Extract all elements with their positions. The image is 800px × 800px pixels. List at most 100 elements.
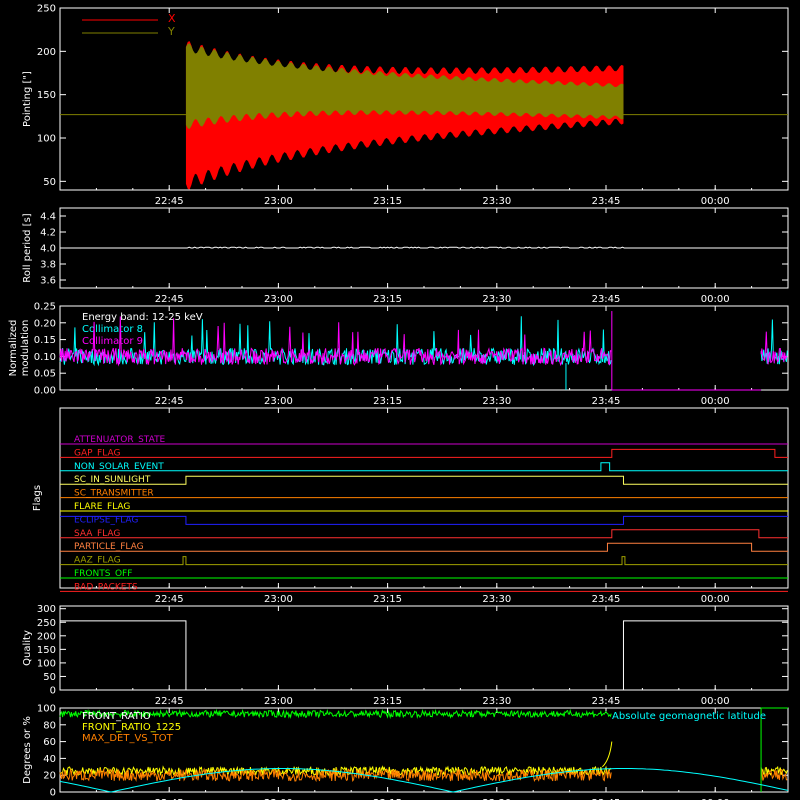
rhessi-quicklook-plot: Pointing ["] X Y 22:45 23:00 23:15 23:30 23:… xyxy=(8,4,789,800)
modulation-annotation: Energy band: 12-25 keV xyxy=(82,312,203,323)
pointing-xtick-label: 23:30 xyxy=(482,196,511,207)
quality-ytick-label: 50 xyxy=(43,672,56,683)
flag-line-saa-flag xyxy=(60,529,788,539)
quality-xtick-label: 00:00 xyxy=(701,696,730,707)
degrees-ylabel: Degrees or % xyxy=(22,716,33,784)
legend-label-max-det-vs-tot: MAX_DET_VS_TOT xyxy=(82,733,174,744)
flag-line-aaz-flag xyxy=(60,556,788,566)
degrees-ytick-label: 60 xyxy=(43,737,56,748)
modulation-panel: Normalized modulation Energy band: 12-25… xyxy=(8,302,789,407)
pointing-panel: Pointing ["] X Y 22:45 23:00 23:15 23:30 23:… xyxy=(22,4,789,207)
pointing-xtick-label: 00:00 xyxy=(701,196,730,207)
flag-line-non-solar-event xyxy=(60,462,788,472)
flag-label-sc-in-sunlight: SC_IN_SUNLIGHT xyxy=(74,475,151,485)
legend-label-collimator-9: Collimator 9 xyxy=(82,336,143,347)
mod-xtick-label: 23:30 xyxy=(482,396,511,407)
quality-ytick-label: 200 xyxy=(37,631,56,642)
mod-xtick-label: 23:45 xyxy=(592,396,621,407)
degrees-ytick-label: 40 xyxy=(43,754,56,765)
legend-label-geomagnetic-latitude: Absolute geomagnetic latitude xyxy=(612,711,766,722)
modulation-ytick-label: 0.15 xyxy=(34,335,56,346)
pointing-ytick-label: 150 xyxy=(37,90,56,101)
pointing-xtick-label: 23:45 xyxy=(592,196,621,207)
pointing-ylabel: Pointing ["] xyxy=(22,71,33,127)
pointing-xtick-label: 22:45 xyxy=(155,196,184,207)
modulation-ylabel-line2: modulation xyxy=(20,320,31,377)
quality-xtick-label: 23:45 xyxy=(592,696,621,707)
flag-label-sc-transmitter: SC_TRANSMITTER xyxy=(74,489,154,499)
modulation-ytick-label: 0.25 xyxy=(34,302,56,313)
flag-line-eclipse-flag xyxy=(60,515,788,525)
flags-xtick-label: 23:15 xyxy=(373,594,402,605)
roll-ylabel: Roll period [s] xyxy=(22,213,33,282)
degrees-ytick-label: 0 xyxy=(50,788,56,799)
mod-xtick-label: 23:15 xyxy=(373,396,402,407)
quality-xtick-label: 23:30 xyxy=(482,696,511,707)
quality-xtick-label: 23:00 xyxy=(264,696,293,707)
flags-ylabel: Flags xyxy=(32,485,43,511)
legend-label-front-ratio-1225: FRONT_RATIO_1225 xyxy=(82,722,181,733)
flag-label-fronts-off: FRONTS_OFF xyxy=(74,569,132,579)
flag-label-gap-flag: GAP_FLAG xyxy=(74,448,120,458)
degrees-ytick-label: 80 xyxy=(43,720,56,731)
pointing-ytick-label: 50 xyxy=(43,177,56,188)
flag-label-attenuator-state: ATTENUATOR_STATE xyxy=(74,435,166,445)
flag-line-sc-in-sunlight xyxy=(60,475,788,485)
roll-ytick-label: 4.4 xyxy=(40,212,56,223)
mod-xtick-label: 22:45 xyxy=(155,396,184,407)
legend-label-collimator-8: Collimator 8 xyxy=(82,324,143,335)
quality-xtick-label: 22:45 xyxy=(155,696,184,707)
modulation-collimator-8 xyxy=(59,316,788,391)
quality-ytick-label: 300 xyxy=(37,604,56,615)
flag-line-gap-flag xyxy=(60,448,788,458)
roll-xtick-label: 23:30 xyxy=(482,294,511,305)
roll-xtick-label: 23:00 xyxy=(264,294,293,305)
modulation-ytick-label: 0.10 xyxy=(34,352,56,363)
flags-xtick-label: 23:00 xyxy=(264,594,293,605)
modulation-ylabel-line1: Normalized xyxy=(8,320,19,377)
flags-xtick-label: 00:00 xyxy=(701,594,730,605)
roll-xtick-label: 22:45 xyxy=(155,294,184,305)
roll-ytick-label: 4.0 xyxy=(40,244,56,255)
quality-ytick-label: 0 xyxy=(50,686,56,697)
quality-axes xyxy=(59,605,789,691)
pointing-ytick-label: 100 xyxy=(37,134,56,145)
degrees-panel: Degrees or % 22:4523:0023:1523:3023:4500… xyxy=(22,704,789,800)
flag-label-saa-flag: SAA_FLAG xyxy=(74,529,120,539)
flag-line-particle-flag xyxy=(60,542,788,552)
quality-ylabel: Quality xyxy=(22,630,33,666)
quality-ytick-label: 150 xyxy=(37,645,56,656)
mod-xtick-label: 23:00 xyxy=(264,396,293,407)
degrees-rise xyxy=(602,741,613,768)
roll-period-panel: Roll period [s] 22:45 23:00 23:15 23:30 23:4… xyxy=(22,207,789,305)
quality-ytick-label: 100 xyxy=(37,658,56,669)
flag-label-aaz-flag: AAZ_FLAG xyxy=(74,556,121,566)
pointing-xtick-label: 23:00 xyxy=(264,196,293,207)
modulation-ytick-label: 0.00 xyxy=(34,386,56,397)
modulation-ytick-label: 0.05 xyxy=(34,369,56,380)
flag-label-flare-flag: FLARE_FLAG xyxy=(74,502,130,512)
roll-ytick-label: 4.2 xyxy=(40,228,56,239)
flags-xtick-label: 22:45 xyxy=(155,594,184,605)
flag-label-particle-flag: PARTICLE_FLAG xyxy=(74,542,144,552)
roll-xtick-label: 23:15 xyxy=(373,294,402,305)
pointing-legend: X Y xyxy=(82,12,176,38)
flag-label-non-solar-event: NON_SOLAR_EVENT xyxy=(74,462,164,472)
pointing-xtick-label: 23:15 xyxy=(373,196,402,207)
roll-period-line xyxy=(60,246,788,249)
roll-ytick-label: 3.8 xyxy=(40,260,56,271)
legend-label-x: X xyxy=(168,12,176,25)
quality-ytick-label: 250 xyxy=(37,618,56,629)
roll-ytick-label: 3.6 xyxy=(40,276,56,287)
degrees-ytick-label: 20 xyxy=(43,771,56,782)
flags-panel: Flags 22:45 23:00 23:15 23:30 23:45 00:00 ATTE… xyxy=(32,407,789,605)
flags-xtick-label: 23:45 xyxy=(592,594,621,605)
legend-label-front-ratio: FRONT_RATIO xyxy=(82,711,151,722)
quality-line xyxy=(60,620,788,691)
modulation-ytick-label: 0.20 xyxy=(34,318,56,329)
quality-xtick-label: 23:15 xyxy=(373,696,402,707)
degrees-ytick-label: 100 xyxy=(37,704,56,715)
roll-xtick-label: 00:00 xyxy=(701,294,730,305)
pointing-ytick-label: 250 xyxy=(37,4,56,15)
legend-label-y: Y xyxy=(167,25,175,38)
